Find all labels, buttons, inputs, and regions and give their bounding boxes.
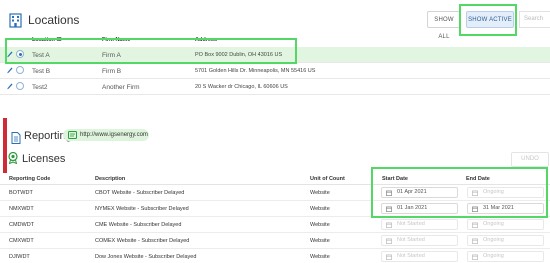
table-row: CMDWDT CME Website - Subscriber Delayed …	[0, 217, 550, 233]
firm-name: Another Firm	[102, 84, 140, 91]
show-all-button[interactable]: SHOW ALL	[427, 11, 461, 40]
reporting-code: CMDWDT	[9, 222, 35, 228]
licenses-title: Licenses	[22, 153, 66, 165]
calendar-icon	[386, 238, 392, 244]
start-date-input[interactable]: Not Started	[381, 219, 458, 230]
firm-name: Firm B	[102, 68, 122, 75]
start-date-value: Not Started	[397, 237, 425, 243]
calendar-icon	[472, 238, 478, 244]
highlight-box-show-active	[459, 4, 517, 36]
undo-button[interactable]: UNDO	[511, 152, 549, 167]
address: 5701 Golden Hills Dr. Minneapolis, MN 55…	[195, 68, 316, 74]
pencil-icon[interactable]	[7, 67, 13, 74]
start-date-input[interactable]: Not Started	[381, 235, 458, 246]
search-input[interactable]: Search	[519, 11, 550, 28]
end-date-input[interactable]: Ongoing	[467, 251, 544, 262]
location-id: Test B	[32, 68, 51, 75]
description: NYMEX Website - Subscriber Delayed	[95, 206, 189, 212]
accent-bar	[3, 118, 7, 173]
unit-of-count: Website	[310, 238, 330, 244]
calendar-icon	[386, 254, 392, 260]
end-date-value: Ongoing	[483, 221, 504, 227]
reporting-code: NMXWDT	[9, 206, 34, 212]
address: 20 S Wacker dr Chicago, IL 60606 US	[195, 84, 288, 90]
calendar-icon	[472, 254, 478, 260]
locations-title: Locations	[28, 13, 80, 27]
unit-of-count: Website	[310, 206, 330, 212]
badge-icon	[8, 152, 18, 164]
table-row: CMXWDT COMEX Website - Subscriber Delaye…	[0, 233, 550, 249]
end-date-input[interactable]: Ongoing	[467, 219, 544, 230]
end-date-value: Ongoing	[483, 237, 504, 243]
calendar-icon	[386, 222, 392, 228]
reporting-code: BOTWDT	[9, 190, 33, 196]
unit-of-count: Website	[310, 190, 330, 196]
highlight-box-selected-row	[5, 38, 297, 64]
radio-icon[interactable]	[16, 82, 24, 90]
table-row: DJIWDT Dow Jones Website - Subscriber De…	[0, 249, 550, 263]
highlight-box-dates	[371, 167, 548, 218]
column-header-unit-of-count[interactable]: Unit of Count	[310, 176, 345, 182]
end-date-input[interactable]: Ongoing	[467, 235, 544, 246]
column-header-description[interactable]: Description	[95, 176, 125, 182]
description: COMEX Website - Subscriber Delayed	[95, 238, 190, 244]
column-header-reporting-code[interactable]: Reporting Code	[9, 176, 50, 182]
start-date-value: Not Started	[397, 253, 425, 259]
pencil-icon[interactable]	[7, 83, 13, 90]
link-icon	[68, 131, 77, 139]
calendar-icon	[472, 222, 478, 228]
start-date-input[interactable]: Not Started	[381, 251, 458, 262]
location-row[interactable]: Test2 Another Firm 20 S Wacker dr Chicag…	[0, 79, 550, 95]
unit-of-count: Website	[310, 254, 330, 260]
location-id: Test2	[32, 84, 48, 91]
radio-icon[interactable]	[16, 66, 24, 74]
description: CBOT Website - Subscriber Delayed	[95, 190, 185, 196]
document-icon	[11, 132, 21, 144]
location-row[interactable]: Test B Firm B 5701 Golden Hills Dr. Minn…	[0, 63, 550, 79]
building-icon	[9, 13, 22, 28]
unit-of-count: Website	[310, 222, 330, 228]
end-date-value: Ongoing	[483, 253, 504, 259]
start-date-value: Not Started	[397, 221, 425, 227]
reporting-code: DJIWDT	[9, 254, 30, 260]
description: CME Website - Subscriber Delayed	[95, 222, 182, 228]
description: Dow Jones Website - Subscriber Delayed	[95, 254, 197, 260]
reporting-code: CMXWDT	[9, 238, 34, 244]
